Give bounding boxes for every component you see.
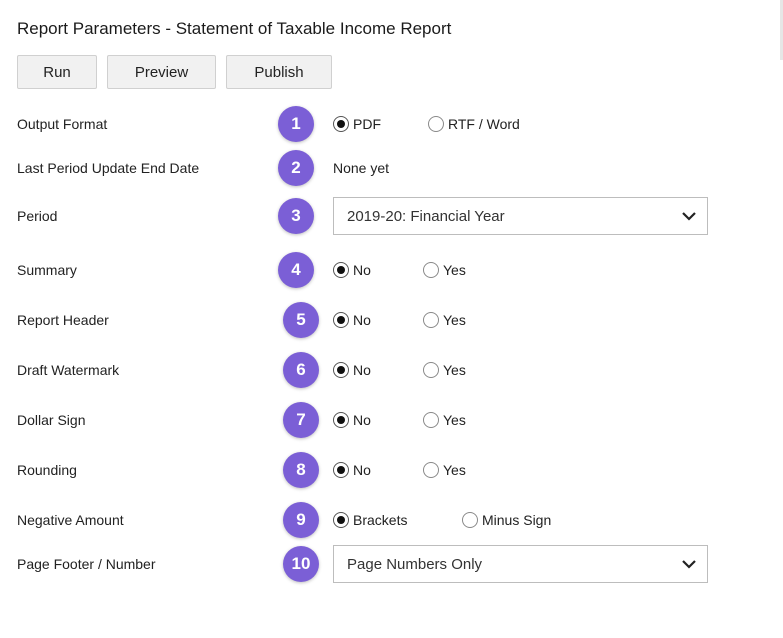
output-format-label: Output Format <box>17 116 108 132</box>
toolbar: Run Preview Publish <box>17 55 332 89</box>
step-badge-4: 4 <box>278 252 314 288</box>
step-badge-6: 6 <box>283 352 319 388</box>
radio-icon[interactable] <box>423 312 439 328</box>
negative-amount-minus-option[interactable]: Minus Sign <box>462 512 551 528</box>
option-label: Minus Sign <box>482 512 552 528</box>
summary-yes-option[interactable]: Yes <box>423 262 466 278</box>
report-header-row: Report Header 5 No Yes <box>0 300 783 340</box>
chevron-down-icon <box>682 212 696 221</box>
period-label: Period <box>17 208 58 224</box>
radio-icon[interactable] <box>423 362 439 378</box>
rounding-row: Rounding 8 No Yes <box>0 450 783 490</box>
draft-watermark-row: Draft Watermark 6 No Yes <box>0 350 783 390</box>
step-badge-3: 3 <box>278 198 314 234</box>
page-footer-select-value: Page Numbers Only <box>347 555 483 573</box>
period-row: Period 3 2019-20: Financial Year <box>0 196 783 236</box>
rounding-no-option[interactable]: No <box>333 462 371 478</box>
option-label: PDF <box>353 116 381 132</box>
step-badge-2: 2 <box>278 150 314 186</box>
radio-checked-icon[interactable] <box>333 512 349 528</box>
draft-watermark-no-option[interactable]: No <box>333 362 371 378</box>
option-label: No <box>353 262 371 278</box>
last-period-update-label: Last Period Update End Date <box>17 160 200 176</box>
last-period-update-value: None yet <box>333 160 390 176</box>
option-label: Yes <box>443 262 466 278</box>
radio-checked-icon[interactable] <box>333 262 349 278</box>
preview-button[interactable]: Preview <box>107 55 216 89</box>
report-header-no-option[interactable]: No <box>333 312 371 328</box>
negative-amount-row: Negative Amount 9 Brackets Minus Sign <box>0 500 783 540</box>
step-badge-1: 1 <box>278 106 314 142</box>
page-footer-select[interactable]: Page Numbers Only <box>333 545 708 583</box>
rounding-label: Rounding <box>17 462 77 478</box>
option-label: Yes <box>443 312 466 328</box>
step-badge-7: 7 <box>283 402 319 438</box>
output-format-row: Output Format 1 PDF RTF / Word <box>0 104 783 144</box>
step-badge-10: 10 <box>283 546 319 582</box>
page-footer-label: Page Footer / Number <box>17 556 156 572</box>
radio-checked-icon[interactable] <box>333 116 349 132</box>
radio-icon[interactable] <box>423 462 439 478</box>
option-label: RTF / Word <box>448 116 520 132</box>
period-select-value: 2019-20: Financial Year <box>347 207 505 225</box>
output-format-pdf-option[interactable]: PDF <box>333 116 381 132</box>
radio-icon[interactable] <box>423 262 439 278</box>
dollar-sign-row: Dollar Sign 7 No Yes <box>0 400 783 440</box>
dollar-sign-label: Dollar Sign <box>17 412 86 428</box>
option-label: Yes <box>443 462 466 478</box>
dollar-sign-yes-option[interactable]: Yes <box>423 412 466 428</box>
report-header-yes-option[interactable]: Yes <box>423 312 466 328</box>
negative-amount-brackets-option[interactable]: Brackets <box>333 512 407 528</box>
option-label: Yes <box>443 362 466 378</box>
publish-button[interactable]: Publish <box>226 55 332 89</box>
option-label: No <box>353 362 371 378</box>
radio-checked-icon[interactable] <box>333 462 349 478</box>
period-select[interactable]: 2019-20: Financial Year <box>333 197 708 235</box>
negative-amount-label: Negative Amount <box>17 512 124 528</box>
run-button[interactable]: Run <box>17 55 97 89</box>
report-header-label: Report Header <box>17 312 109 328</box>
dollar-sign-no-option[interactable]: No <box>333 412 371 428</box>
last-period-update-row: Last Period Update End Date 2 None yet <box>0 148 783 188</box>
summary-row: Summary 4 No Yes <box>0 250 783 290</box>
draft-watermark-yes-option[interactable]: Yes <box>423 362 466 378</box>
page-title: Report Parameters - Statement of Taxable… <box>17 19 452 38</box>
summary-label: Summary <box>17 262 77 278</box>
radio-checked-icon[interactable] <box>333 312 349 328</box>
option-label: No <box>353 412 371 428</box>
option-label: No <box>353 312 371 328</box>
radio-icon[interactable] <box>428 116 444 132</box>
chevron-down-icon <box>682 560 696 569</box>
page-footer-row: Page Footer / Number 10 Page Numbers Onl… <box>0 544 783 584</box>
output-format-rtf-option[interactable]: RTF / Word <box>428 116 520 132</box>
radio-checked-icon[interactable] <box>333 362 349 378</box>
step-badge-9: 9 <box>283 502 319 538</box>
option-label: Yes <box>443 412 466 428</box>
radio-icon[interactable] <box>462 512 478 528</box>
summary-no-option[interactable]: No <box>333 262 371 278</box>
step-badge-8: 8 <box>283 452 319 488</box>
option-label: Brackets <box>353 512 408 528</box>
rounding-yes-option[interactable]: Yes <box>423 462 466 478</box>
radio-icon[interactable] <box>423 412 439 428</box>
draft-watermark-label: Draft Watermark <box>17 362 120 378</box>
radio-checked-icon[interactable] <box>333 412 349 428</box>
option-label: No <box>353 462 371 478</box>
step-badge-5: 5 <box>283 302 319 338</box>
